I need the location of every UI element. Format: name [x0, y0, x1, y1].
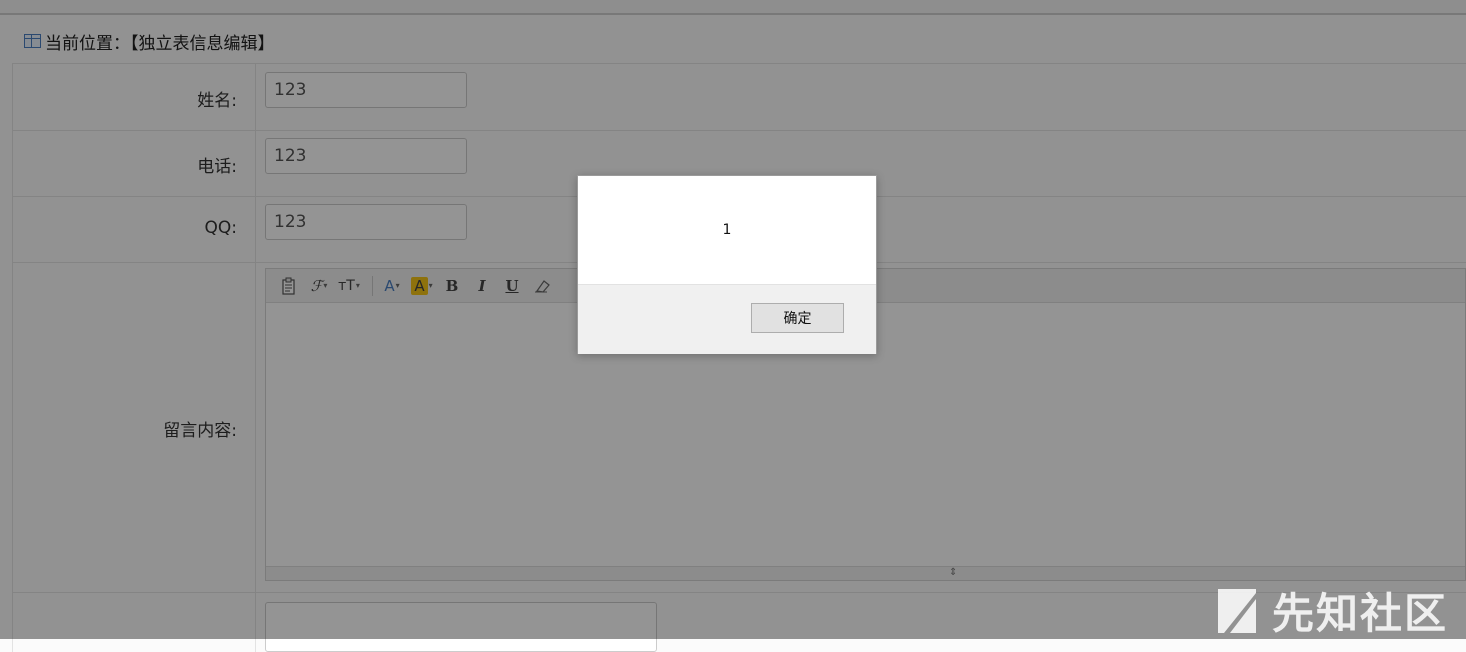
xianzhi-logo-icon — [1218, 588, 1256, 633]
alert-message: 1 — [722, 222, 732, 238]
alert-dialog: 1 确定 — [577, 175, 877, 354]
watermark-text: 先知社区 — [1272, 589, 1449, 638]
watermark: 先知社区 — [1214, 580, 1448, 641]
alert-footer: 确定 — [578, 284, 876, 354]
ok-button[interactable]: 确定 — [751, 303, 844, 333]
